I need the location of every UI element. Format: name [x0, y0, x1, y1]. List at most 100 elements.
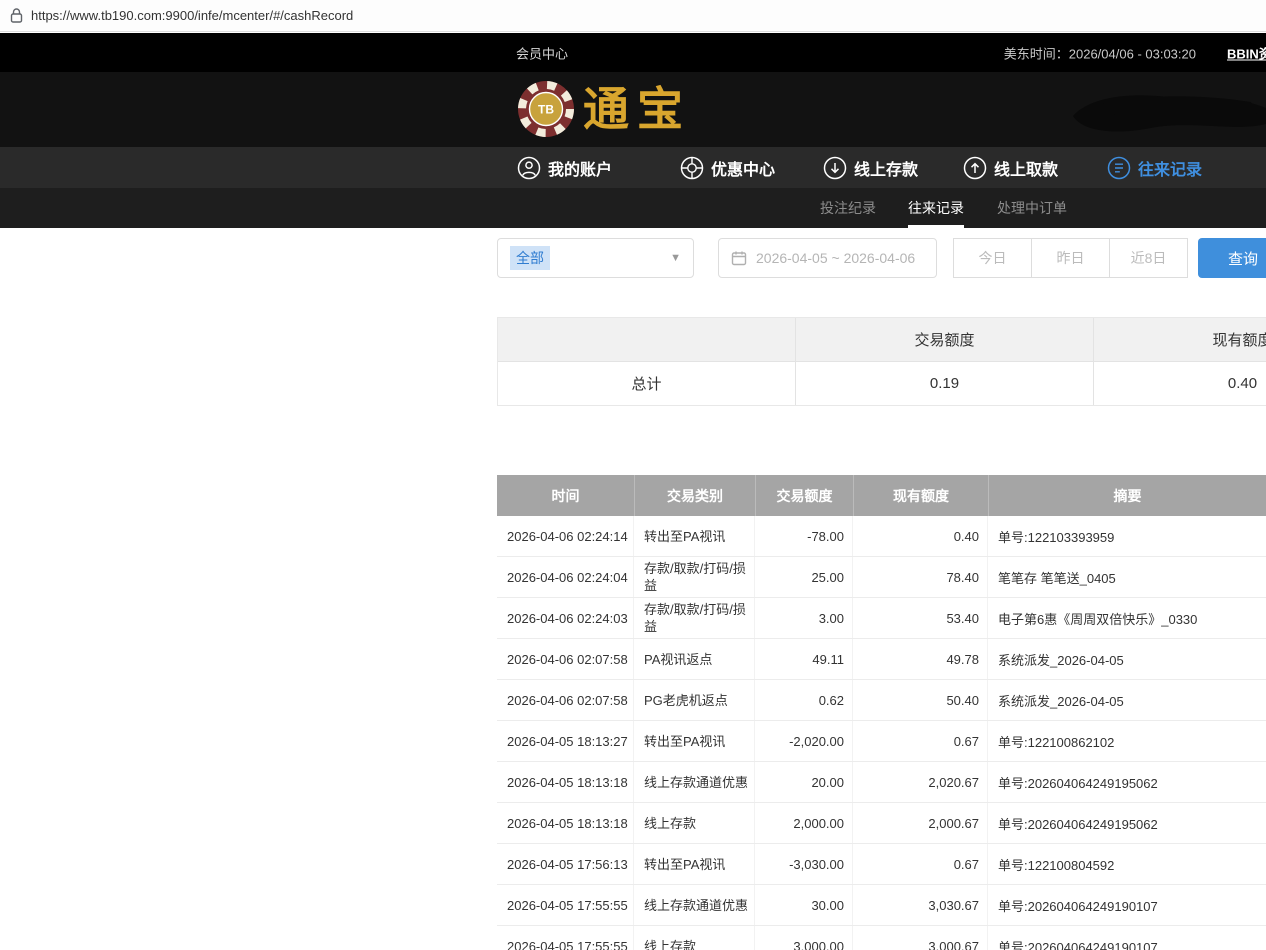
browser-address-bar[interactable]: https://www.tb190.com:9900/infe/mcenter/…: [0, 0, 1266, 32]
transactions-header-row: 时间 交易类别 交易额度 现有额度 摘要: [497, 475, 1266, 516]
cell-type: 转出至PA视讯: [634, 844, 755, 884]
cell-summary: 单号:202604064249195062: [988, 803, 1266, 843]
cell-type: 线上存款通道优惠: [634, 762, 755, 802]
tb-chip-badge-text: TB: [538, 103, 554, 117]
summary-header-amount: 交易额度: [795, 318, 1093, 361]
cell-amount: -2,020.00: [755, 721, 853, 761]
cell-time: 2026-04-05 17:56:13: [497, 844, 634, 884]
user-icon: [517, 156, 541, 180]
today-button[interactable]: 今日: [953, 238, 1032, 278]
table-row: 2026-04-05 17:55:55线上存款3,000.003,000.67单…: [497, 926, 1266, 950]
main-nav: 我的账户 优惠中心 线上存款 线上取款: [0, 147, 1266, 188]
cell-balance: 3,000.67: [853, 926, 988, 950]
cell-type: 线上存款: [634, 926, 755, 950]
cell-time: 2026-04-05 17:55:55: [497, 885, 634, 925]
cell-balance: 0.67: [853, 844, 988, 884]
cell-amount: 30.00: [755, 885, 853, 925]
transactions-body: 2026-04-06 02:24:14转出至PA视讯-78.000.40单号:1…: [497, 516, 1266, 950]
nav-item-online-withdrawal[interactable]: 线上取款: [963, 147, 1058, 188]
query-button[interactable]: 查询: [1198, 238, 1266, 278]
header-balance: 现有额度: [853, 475, 988, 516]
last-8-days-button[interactable]: 近8日: [1109, 238, 1188, 278]
cell-time: 2026-04-05 18:13:18: [497, 803, 634, 843]
content-area: 全部 ▼ 2026-04-05 ~ 2026-04-06 今日 昨日 近8日 查…: [0, 228, 1266, 950]
date-range-input[interactable]: 2026-04-05 ~ 2026-04-06: [718, 238, 937, 278]
withdraw-coin-icon: [963, 156, 987, 180]
header-type: 交易类别: [634, 475, 755, 516]
cell-summary: 单号:122100862102: [988, 721, 1266, 761]
cell-balance: 0.40: [853, 516, 988, 556]
subnav-item-processing-orders[interactable]: 处理中订单: [997, 188, 1067, 228]
summary-total-row: 总计 0.19 0.40: [498, 362, 1266, 405]
member-center-label: 会员中心: [516, 43, 568, 62]
cell-balance: 2,020.67: [853, 762, 988, 802]
topbar: 会员中心 美东时间：2026/04/06 - 03:03:20 BBIN资讯: [0, 33, 1266, 72]
cell-time: 2026-04-06 02:07:58: [497, 639, 634, 679]
cell-balance: 53.40: [853, 598, 988, 638]
site-header: TB 通宝: [0, 72, 1266, 147]
calendar-icon: [731, 250, 747, 266]
summary-header-empty: [498, 318, 795, 361]
cell-time: 2026-04-06 02:24:14: [497, 516, 634, 556]
cell-amount: 2,000.00: [755, 803, 853, 843]
bbin-link[interactable]: BBIN资讯: [1227, 43, 1266, 62]
logo-text: 通宝: [583, 79, 691, 139]
cell-type: 线上存款通道优惠: [634, 885, 755, 925]
table-row: 2026-04-06 02:24:03存款/取款/打码/损益3.0053.40电…: [497, 598, 1266, 639]
table-row: 2026-04-06 02:24:04存款/取款/打码/损益25.0078.40…: [497, 557, 1266, 598]
nav-item-label: 我的账户: [548, 156, 612, 180]
logo[interactable]: TB 通宝: [517, 79, 691, 139]
cell-amount: -3,030.00: [755, 844, 853, 884]
cell-amount: 3,000.00: [755, 926, 853, 950]
cell-time: 2026-04-05 18:13:18: [497, 762, 634, 802]
nav-item-label: 往来记录: [1138, 156, 1202, 180]
cell-type: PA视讯返点: [634, 639, 755, 679]
table-row: 2026-04-06 02:07:58PA视讯返点49.1149.78系统派发_…: [497, 639, 1266, 680]
chevron-down-icon: ▼: [670, 252, 681, 264]
tb-chip-icon: TB: [517, 80, 575, 138]
nav-item-label: 优惠中心: [711, 156, 775, 180]
cell-type: PG老虎机返点: [634, 680, 755, 720]
cell-summary: 单号:122100804592: [988, 844, 1266, 884]
cell-summary: 笔笔存 笔笔送_0405: [988, 557, 1266, 597]
nav-item-transaction-records[interactable]: 往来记录: [1107, 147, 1202, 188]
records-document-icon: [1107, 156, 1131, 180]
page: https://www.tb190.com:9900/infe/mcenter/…: [0, 0, 1266, 950]
cell-amount: 3.00: [755, 598, 853, 638]
cell-summary: 单号:122103393959: [988, 516, 1266, 556]
cell-type: 线上存款: [634, 803, 755, 843]
lottery-ball-icon: [680, 156, 704, 180]
cell-amount: -78.00: [755, 516, 853, 556]
redaction-scribble-icon: [1071, 90, 1266, 142]
cell-time: 2026-04-05 18:13:27: [497, 721, 634, 761]
cell-time: 2026-04-05 17:55:55: [497, 926, 634, 950]
cell-type: 转出至PA视讯: [634, 721, 755, 761]
cell-summary: 单号:202604064249195062: [988, 762, 1266, 802]
cell-balance: 50.40: [853, 680, 988, 720]
cell-amount: 49.11: [755, 639, 853, 679]
lock-icon: [10, 8, 23, 23]
subnav-item-transaction-records[interactable]: 往来记录: [908, 188, 964, 228]
cell-time: 2026-04-06 02:07:58: [497, 680, 634, 720]
cell-balance: 3,030.67: [853, 885, 988, 925]
cell-type: 转出至PA视讯: [634, 516, 755, 556]
nav-item-promotions[interactable]: 优惠中心: [680, 147, 775, 188]
table-row: 2026-04-05 18:13:18线上存款2,000.002,000.67单…: [497, 803, 1266, 844]
header-time: 时间: [497, 475, 634, 516]
url-text[interactable]: https://www.tb190.com:9900/infe/mcenter/…: [31, 8, 353, 23]
date-range-value: 2026-04-05 ~ 2026-04-06: [756, 250, 915, 266]
us-eastern-time-label: 美东时间：2026/04/06 - 03:03:20: [1004, 43, 1196, 62]
nav-item-my-account[interactable]: 我的账户: [517, 147, 612, 188]
subnav-item-betting-records[interactable]: 投注纪录: [820, 188, 876, 228]
table-row: 2026-04-05 17:56:13转出至PA视讯-3,030.000.67单…: [497, 844, 1266, 885]
category-select[interactable]: 全部 ▼: [497, 238, 694, 278]
cell-amount: 20.00: [755, 762, 853, 802]
nav-item-online-deposit[interactable]: 线上存款: [823, 147, 918, 188]
yesterday-button[interactable]: 昨日: [1031, 238, 1110, 278]
cell-time: 2026-04-06 02:24:03: [497, 598, 634, 638]
cell-balance: 49.78: [853, 639, 988, 679]
nav-item-label: 线上存款: [854, 156, 918, 180]
table-row: 2026-04-05 18:13:18线上存款通道优惠20.002,020.67…: [497, 762, 1266, 803]
cell-type: 存款/取款/打码/损益: [634, 557, 755, 597]
table-row: 2026-04-06 02:24:14转出至PA视讯-78.000.40单号:1…: [497, 516, 1266, 557]
